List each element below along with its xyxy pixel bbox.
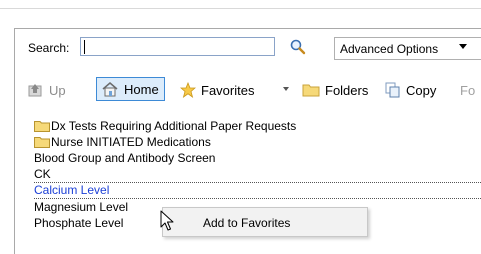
up-button[interactable]: Up: [28, 80, 66, 100]
divider: [0, 8, 481, 9]
add-to-favorites-menu-item[interactable]: Add to Favorites: [203, 216, 290, 230]
truncated-label: Fo: [460, 82, 476, 98]
home-button[interactable]: Home: [96, 77, 165, 101]
text-caret: [84, 40, 85, 54]
list-item-label: Magnesium Level: [34, 200, 129, 214]
list-item[interactable]: Nurse INITIATED Medications: [34, 134, 481, 150]
list-item-label: Phosphate Level: [34, 216, 124, 230]
list-item[interactable]: Blood Group and Antibody Screen: [34, 150, 481, 166]
list-item[interactable]: Dx Tests Requiring Additional Paper Requ…: [34, 118, 481, 134]
copy-button[interactable]: Copy: [385, 80, 436, 100]
window-top-strip: [0, 0, 481, 8]
search-label: Search:: [28, 41, 70, 55]
home-icon: [102, 82, 118, 97]
list-item[interactable]: CK: [34, 166, 481, 182]
home-label: Home: [124, 81, 159, 97]
chevron-down-icon[interactable]: [459, 44, 467, 49]
list-item-label: CK: [34, 167, 51, 181]
copy-icon: [385, 82, 400, 98]
mouse-pointer-icon: [160, 210, 174, 231]
favorites-label: Favorites: [201, 82, 255, 98]
list-item-label: Blood Group and Antibody Screen: [34, 151, 216, 165]
star-icon: [180, 82, 196, 98]
advanced-options-label: Advanced Options: [340, 42, 439, 56]
context-menu: Add to Favorites: [162, 207, 368, 237]
folders-label: Folders: [325, 82, 369, 98]
folders-button[interactable]: Folders: [302, 80, 368, 100]
list-item-selected[interactable]: Calcium Level: [34, 182, 481, 199]
search-input[interactable]: [80, 37, 275, 56]
list-item-label: Calcium Level: [34, 183, 110, 197]
list-item-label: Nurse INITIATED Medications: [51, 135, 211, 149]
toolbar-truncated-button[interactable]: Fo: [460, 80, 475, 100]
favorites-button[interactable]: Favorites: [180, 80, 254, 100]
folder-icon: [34, 137, 50, 148]
favorites-dropdown-arrow-icon[interactable]: [283, 87, 289, 91]
copy-label: Copy: [406, 82, 437, 98]
up-label: Up: [49, 82, 66, 98]
search-button[interactable]: [289, 38, 307, 56]
search-icon: [290, 39, 306, 55]
folder-icon: [34, 121, 50, 132]
up-arrow-icon: [28, 84, 42, 97]
folder-icon: [302, 84, 320, 97]
list-item-label: Dx Tests Requiring Additional Paper Requ…: [51, 119, 297, 133]
